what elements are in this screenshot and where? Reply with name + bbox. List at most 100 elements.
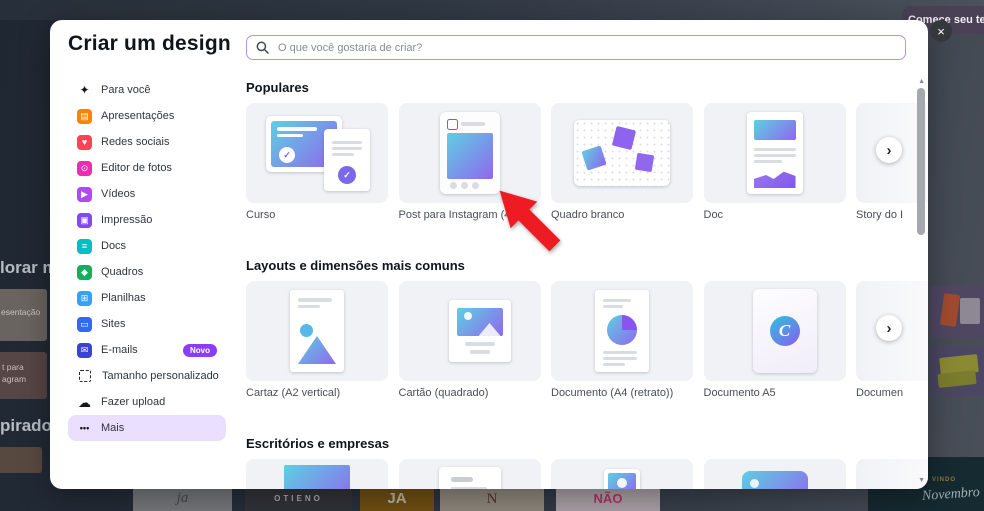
- background-thumbnail-green-card: [930, 346, 984, 396]
- sidebar-item-label: Editor de fotos: [101, 162, 172, 174]
- design-card-documento-a5[interactable]: C: [703, 281, 846, 381]
- card-label: Doc: [703, 209, 724, 221]
- thumb-bizgrad: [246, 459, 388, 489]
- whiteboard-icon: ◆: [77, 264, 92, 280]
- sidebar-item-label: Planilhas: [101, 292, 146, 304]
- thumb-course: ✓ ✓: [246, 103, 388, 203]
- scroll-right-chevron-icon[interactable]: ›: [876, 315, 902, 341]
- sidebar: ✦ Para você ▤ Apresentações ♥ Redes sociais ⊙ E…: [68, 77, 226, 441]
- sidebar-item-e-mails[interactable]: ✉ E-mails Novo: [68, 337, 226, 363]
- close-icon[interactable]: ×: [930, 20, 952, 42]
- social-heart-icon: ♥: [77, 134, 92, 150]
- play-icon: ▶: [77, 186, 92, 202]
- background-thumbnail-instagram-post: t para agram: [0, 352, 47, 399]
- sidebar-item-fazer-upload[interactable]: ☁ Fazer upload: [68, 389, 226, 415]
- sidebar-item-docs[interactable]: ≡ Docs: [68, 233, 226, 259]
- sidebar-item-impressao[interactable]: ▣ Impressão: [68, 207, 226, 233]
- thumb-squarecard: [399, 281, 541, 381]
- design-card-slot-1[interactable]: [246, 459, 388, 489]
- scrollbar-down-arrow[interactable]: ▼: [918, 477, 925, 484]
- email-icon: ✉: [77, 342, 92, 358]
- bottom-row-thumb-ja-caps: JA: [360, 489, 434, 511]
- sidebar-item-apresentacoes[interactable]: ▤ Apresentações: [68, 103, 226, 129]
- design-card-cartaz-a2-vertical[interactable]: [246, 281, 388, 381]
- red-arrow-cursor: [499, 190, 561, 252]
- camera-icon: ⊙: [77, 160, 92, 176]
- sidebar-item-para-voce[interactable]: ✦ Para você: [68, 77, 226, 103]
- browser-icon: ▭: [77, 316, 92, 332]
- thumb-whiteboard: [551, 103, 693, 203]
- sidebar-item-planilhas[interactable]: ⊞ Planilhas: [68, 285, 226, 311]
- card-row-escritorios-e-empresas: [246, 459, 928, 489]
- sidebar-item-label: Tamanho personalizado: [102, 370, 219, 382]
- sidebar-item-videos[interactable]: ▶ Vídeos: [68, 181, 226, 207]
- thumb-bizbar: [704, 459, 846, 489]
- design-card-cartao-quadrado[interactable]: [398, 281, 541, 381]
- scrollbar-up-arrow[interactable]: ▲: [918, 78, 925, 85]
- sidebar-item-tamanho-personalizado[interactable]: Tamanho personalizado: [68, 363, 226, 389]
- sidebar-item-sites[interactable]: ▭ Sites: [68, 311, 226, 337]
- sidebar-item-label: Quadros: [101, 266, 144, 278]
- create-design-modal: Criar um design ✦ Para você ▤ Apresentações…: [50, 20, 928, 489]
- search-input[interactable]: [276, 40, 896, 55]
- sidebar-item-quadros[interactable]: ◆ Quadros: [68, 259, 226, 285]
- thumb-bizdoc: [399, 459, 541, 489]
- search-bar[interactable]: [246, 35, 906, 60]
- sidebar-item-label: Mais: [101, 422, 125, 434]
- novembro-script-text: Novembro: [921, 485, 981, 504]
- card-label: Cartaz (A2 vertical): [246, 387, 341, 399]
- background-heading-fragment-top: lorar m: [0, 258, 58, 277]
- section-heading-populares: Populares: [246, 80, 309, 95]
- search-icon: [256, 41, 269, 54]
- card-label: Story do I: [856, 209, 904, 221]
- sidebar-item-label: Apresentações: [101, 110, 175, 122]
- design-card-slot-4[interactable]: [703, 459, 846, 489]
- thumb-cutplain: [856, 459, 928, 489]
- section-heading-layouts-e-dimensoes-mais-comuns: Layouts e dimensões mais comuns: [246, 258, 465, 273]
- thumb-doca5: C: [704, 281, 846, 381]
- novo-badge: Novo: [183, 343, 217, 357]
- sidebar-item-editor-de-fotos[interactable]: ⊙ Editor de fotos: [68, 155, 226, 181]
- printer-icon: ▣: [77, 212, 92, 228]
- section-heading-escritorios-e-empresas: Escritórios e empresas: [246, 436, 390, 451]
- scrollbar-thumb[interactable]: [917, 88, 925, 235]
- card-label: Documento A5: [703, 387, 776, 399]
- thumb-doc: [704, 103, 846, 203]
- custom-size-icon: [79, 370, 91, 382]
- upload-icon: ☁: [78, 394, 91, 410]
- card-row-layouts-e-dimensoes-mais-comuns: Cartaz (A2 vertical) Cartão (quadrado) D…: [246, 281, 928, 421]
- background-thumbnail-misc: [0, 447, 42, 473]
- design-card-curso[interactable]: ✓ ✓: [246, 103, 388, 203]
- sidebar-item-label: Docs: [101, 240, 127, 252]
- bottom-row-thumb-n: N: [440, 489, 544, 511]
- sidebar-item-redes-sociais[interactable]: ♥ Redes sociais: [68, 129, 226, 155]
- sidebar-item-label: Fazer upload: [101, 396, 166, 408]
- design-card-slot-5[interactable]: [856, 459, 928, 489]
- sidebar-item-label: Impressão: [101, 214, 153, 226]
- sidebar-item-label: E-mails: [101, 344, 138, 356]
- card-label: Cartão (quadrado): [398, 387, 489, 399]
- thumb-doca4: [551, 281, 693, 381]
- design-card-slot-3[interactable]: [551, 459, 693, 489]
- design-card-doc[interactable]: [703, 103, 846, 203]
- design-card-documento-a4-retrato[interactable]: [551, 281, 693, 381]
- bottom-row-thumb-otieno: OTIENO: [245, 489, 352, 511]
- doc-icon: ≡: [77, 238, 92, 254]
- card-label: Curso: [246, 209, 276, 221]
- scroll-right-chevron-icon[interactable]: ›: [876, 137, 902, 163]
- sparkles-icon: ✦: [79, 83, 90, 97]
- card-label: Documen: [856, 387, 904, 399]
- sidebar-item-mais[interactable]: ••• Mais: [68, 415, 226, 441]
- card-row-populares: ✓ ✓ Curso Post para Instagram (4:5) Quadr…: [246, 103, 928, 243]
- more-dots-icon: •••: [79, 422, 90, 433]
- spreadsheet-icon: ⊞: [77, 290, 92, 306]
- bottom-row-thumb-nao: NÃO: [556, 489, 660, 511]
- presentation-icon: ▤: [77, 108, 92, 124]
- design-card-slot-2[interactable]: [398, 459, 541, 489]
- thumb-bizphoto: [551, 459, 693, 489]
- background-thumbnail-orange-card: [930, 286, 984, 338]
- design-card-quadro-branco[interactable]: [551, 103, 693, 203]
- background-page-header: [0, 0, 984, 20]
- background-thumbnail-presentation: esentação: [0, 289, 47, 341]
- sidebar-item-label: Redes sociais: [101, 136, 170, 148]
